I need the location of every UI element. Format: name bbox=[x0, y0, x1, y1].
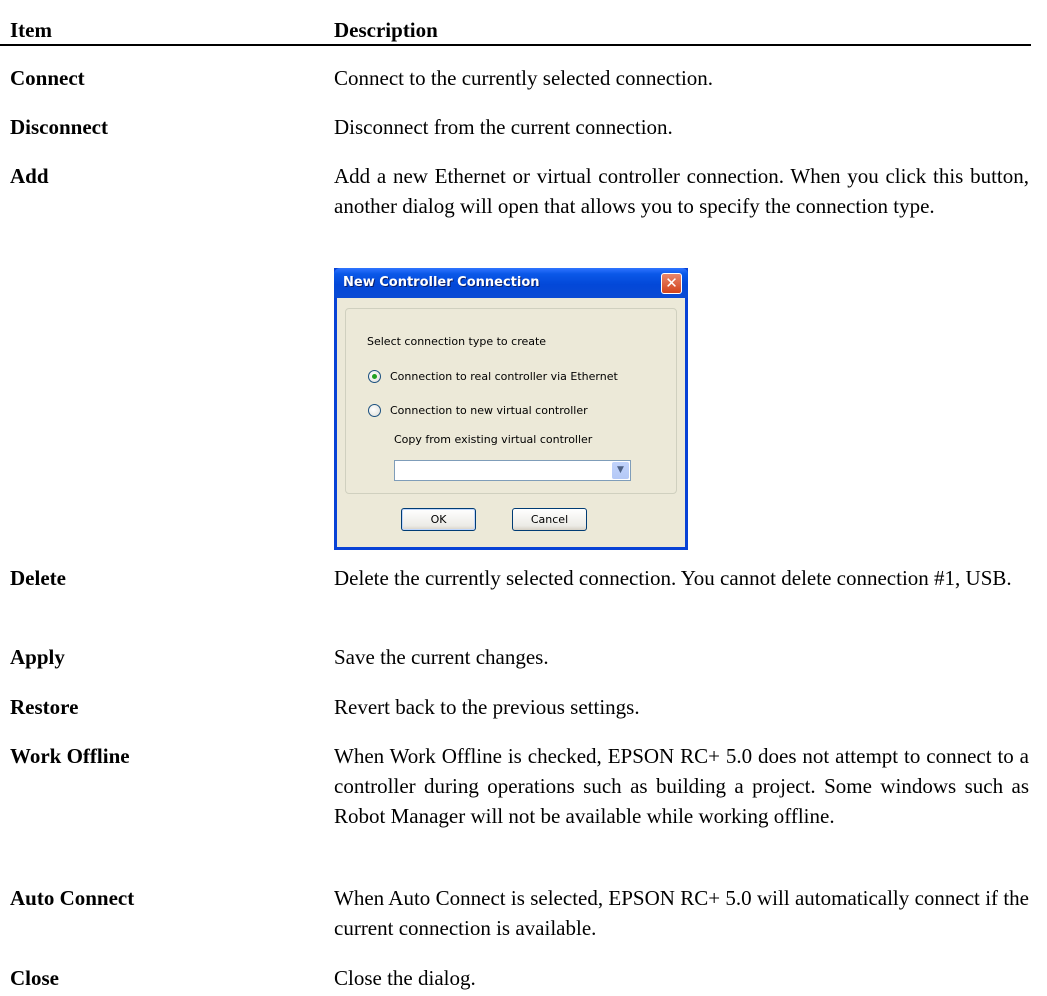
item-label: Disconnect bbox=[10, 115, 108, 139]
item-label: Close bbox=[10, 966, 59, 990]
item-description: Revert back to the previous settings. bbox=[334, 695, 640, 719]
item-label: Delete bbox=[10, 566, 66, 590]
prompt-label: Select connection type to create bbox=[367, 335, 547, 348]
item-label: Connect bbox=[10, 66, 85, 90]
item-description: Add a new Ethernet or virtual controller… bbox=[334, 164, 1029, 218]
virtual-radio-icon[interactable] bbox=[368, 404, 381, 417]
dialog-title: New Controller Connection bbox=[343, 275, 540, 290]
ethernet-radio-icon[interactable] bbox=[368, 370, 381, 383]
item-description: Disconnect from the current connection. bbox=[334, 115, 673, 139]
dialog-body: Select connection type to create Connect… bbox=[337, 298, 685, 547]
virtual-option-label[interactable]: Connection to new virtual controller bbox=[390, 404, 588, 418]
close-icon[interactable]: ✕ bbox=[661, 273, 682, 294]
item-description: When Auto Connect is selected, EPSON RC+… bbox=[334, 886, 1029, 940]
item-label: Add bbox=[10, 164, 49, 188]
item-label: Work Offline bbox=[10, 744, 130, 768]
item-description: Save the current changes. bbox=[334, 645, 549, 669]
header-item: Item bbox=[10, 18, 52, 42]
item-label: Restore bbox=[10, 695, 79, 719]
dialog-title-bar: New Controller Connection ✕ bbox=[334, 268, 688, 298]
document-page: Item Description Connect Connect to the … bbox=[0, 0, 1047, 996]
ok-button[interactable]: OK bbox=[401, 508, 476, 531]
header-description: Description bbox=[334, 18, 438, 42]
item-label: Auto Connect bbox=[10, 886, 135, 910]
item-description: Delete the currently selected connection… bbox=[334, 566, 1012, 590]
item-label: Apply bbox=[10, 645, 65, 669]
table-header: Item Description bbox=[0, 0, 1031, 46]
item-description: Close the dialog. bbox=[334, 966, 476, 990]
ethernet-option-label[interactable]: Connection to real controller via Ethern… bbox=[390, 370, 618, 384]
chevron-down-icon[interactable]: ▼ bbox=[612, 462, 629, 479]
connection-type-group: Select connection type to create Connect… bbox=[345, 308, 677, 494]
new-controller-connection-dialog: New Controller Connection ✕ Select conne… bbox=[334, 268, 688, 550]
item-description: When Work Offline is checked, EPSON RC+ … bbox=[334, 744, 1029, 828]
cancel-button[interactable]: Cancel bbox=[512, 508, 587, 531]
copy-from-select[interactable]: ▼ bbox=[394, 460, 631, 481]
item-description: Connect to the currently selected connec… bbox=[334, 66, 714, 90]
copy-from-label: Copy from existing virtual controller bbox=[394, 433, 593, 446]
